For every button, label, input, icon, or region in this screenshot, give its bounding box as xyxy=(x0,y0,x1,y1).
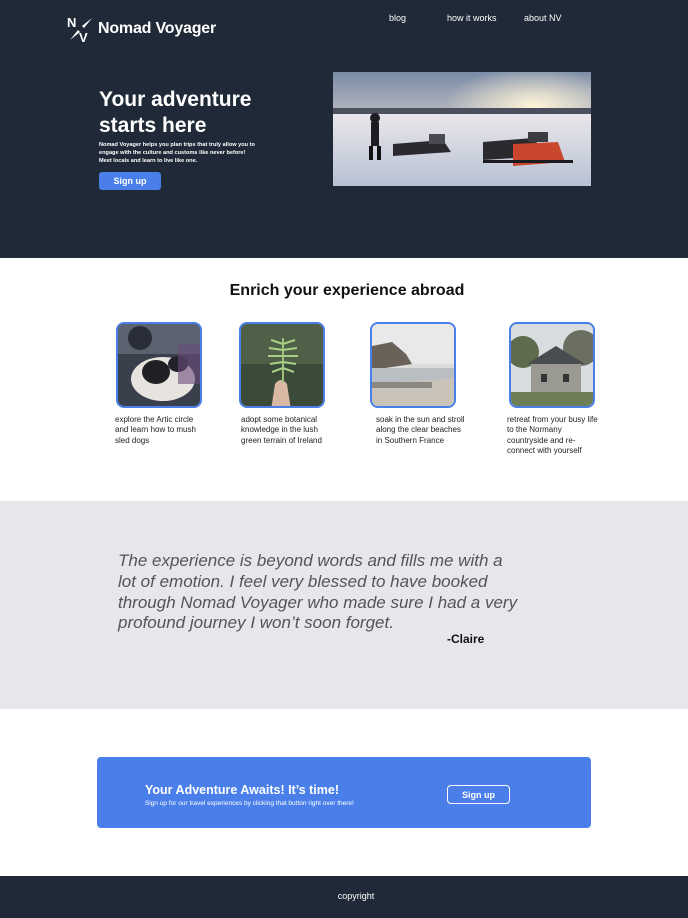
nv-compass-logo-icon: N V xyxy=(67,15,95,43)
cta-banner: Your Adventure Awaits! It’s time! Sign u… xyxy=(97,757,591,828)
svg-text:N: N xyxy=(67,15,76,30)
feature-card-text: retreat from your busy life to the Norma… xyxy=(507,415,598,455)
testimonial-author: -Claire xyxy=(447,632,485,646)
svg-text:V: V xyxy=(79,30,88,43)
features-title: Enrich your experience abroad xyxy=(229,282,465,299)
cta-title: Your Adventure Awaits! It’s time! xyxy=(145,783,340,797)
sled-dog-with-musher-photo xyxy=(116,322,202,408)
coastal-beach-promenade-photo xyxy=(370,322,456,408)
brand-name: Nomad Voyager xyxy=(98,20,217,37)
brand-logo[interactable]: N V Nomad Voyager xyxy=(67,15,216,43)
snowmobiles-on-frozen-lake-photo xyxy=(333,72,591,186)
feature-card-text: explore the Artic circle and learn how t… xyxy=(115,415,196,445)
hero-signup-button[interactable]: Sign up xyxy=(99,172,161,190)
footer-copyright: copyright xyxy=(337,891,375,901)
feature-card-text: soak in the sun and stroll along the cle… xyxy=(376,415,465,445)
countryside-stone-house-photo xyxy=(509,322,595,408)
hero-description: Nomad Voyager helps you plan trips that … xyxy=(99,142,255,164)
cta-subtitle: Sign up for our travel experiences by cl… xyxy=(145,800,354,807)
nav-link-about[interactable]: about NV xyxy=(524,13,562,23)
testimonial-section: The experience is beyond words and fills… xyxy=(0,501,688,709)
nav-link-how-it-works[interactable]: how it works xyxy=(447,13,497,23)
feature-card-text: adopt some botanical knowledge in the lu… xyxy=(241,415,322,445)
testimonial-quote: The experience is beyond words and fills… xyxy=(118,551,518,633)
nav-link-blog[interactable]: blog xyxy=(389,13,406,23)
cta-signup-button[interactable]: Sign up xyxy=(447,785,510,804)
footer: copyright xyxy=(0,876,688,918)
hand-holding-fern-photo xyxy=(239,322,325,408)
hero-section: N V Nomad Voyager blog how it works abou… xyxy=(0,0,688,258)
hero-title: Your adventure starts here xyxy=(99,88,252,137)
